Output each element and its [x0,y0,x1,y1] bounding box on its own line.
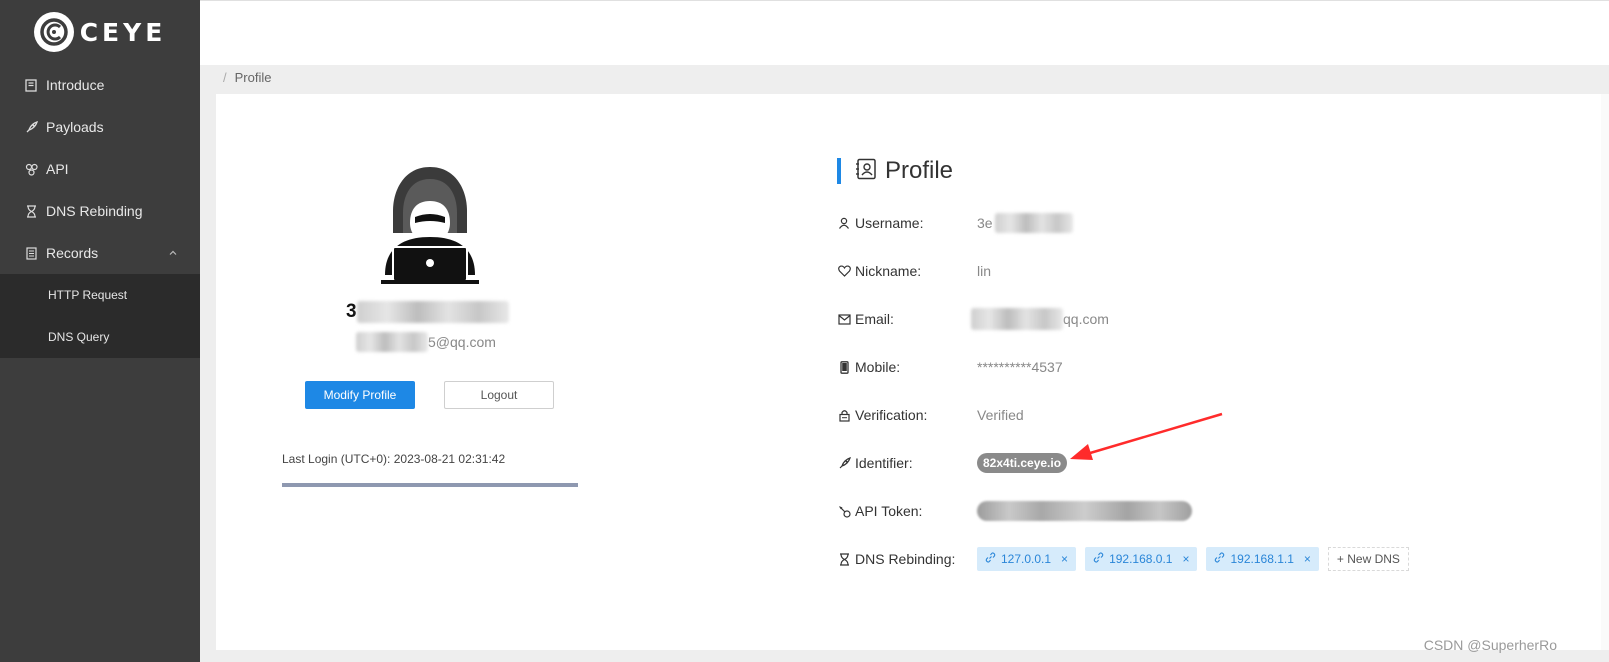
dns-tag-value: 192.168.1.1 [1230,552,1294,566]
sidebar-item-label: API [46,161,69,177]
sidebar-subitem-http-request[interactable]: HTTP Request [0,274,200,316]
top-header [200,0,1609,65]
csdn-watermark: CSDN @SuperherRo [1423,637,1557,653]
breadcrumb-current[interactable]: Profile [235,70,272,85]
last-login-text: Last Login (UTC+0): 2023-08-21 02:31:42 [282,452,506,466]
dns-rebinding-label: DNS Rebinding: [855,551,956,567]
sidebar-item-payloads[interactable]: Payloads [0,106,200,148]
verification-label: Verification: [855,407,928,423]
identifier-label: Identifier: [855,455,913,471]
new-dns-button[interactable]: + New DNS [1327,547,1409,571]
key-icon [837,504,851,518]
sidebar-item-api[interactable]: API [0,148,200,190]
close-icon[interactable]: × [1182,552,1189,566]
redacted-email-row [971,308,1063,330]
link-icon [1214,552,1230,566]
hourglass-icon [837,552,851,566]
redacted-username [994,213,1073,233]
sidebar-item-records[interactable]: Records [0,232,200,274]
email-label: Email: [855,311,894,327]
ceye-logo[interactable]: CEYE [0,0,200,64]
book-icon [24,78,38,92]
row-api-token: API Token: [837,500,1192,522]
logout-button[interactable]: Logout [444,381,554,409]
sidebar-item-label: Records [46,245,99,261]
sidebar-subitem-dns-query[interactable]: DNS Query [0,316,200,358]
breadcrumb-separator: / [223,70,227,85]
close-icon[interactable]: × [1061,552,1068,566]
records-submenu: HTTP Request DNS Query [0,274,200,358]
mobile-label: Mobile: [855,359,901,375]
profile-name: 3 [346,301,509,323]
row-email: Email: qq.com [837,308,1109,330]
username-value: 3e [977,215,993,231]
api-token-label: API Token: [855,503,923,519]
mobile-phone-icon [837,360,851,374]
profile-section-title: Profile [837,157,953,185]
username-label: Username: [855,215,924,231]
logo-text: CEYE [79,17,167,47]
ceye-logo-icon [33,12,74,52]
login-progress-fill [282,483,578,487]
redacted-name [356,301,509,323]
row-nickname: Nickname: lin [837,260,991,282]
annotation-arrow [1070,412,1223,460]
breadcrumb: / Profile [223,70,271,85]
sidebar-item-label: Introduce [46,77,105,93]
mail-icon [837,312,851,326]
sidebar-item-introduce[interactable]: Introduce [0,64,200,106]
dns-tag[interactable]: 192.168.0.1 × [1085,547,1198,571]
dns-tag[interactable]: 192.168.1.1 × [1206,547,1319,571]
chevron-up-icon [168,248,178,258]
profile-title: Profile [885,157,954,184]
nickname-value: lin [977,263,992,279]
hourglass-icon [24,204,38,218]
modify-profile-button[interactable]: Modify Profile [305,381,415,409]
heart-icon [837,264,851,278]
redacted-api-token[interactable] [977,501,1192,521]
sidebar-item-dns-rebinding[interactable]: DNS Rebinding [0,190,200,232]
sidebar-item-label: Payloads [46,119,104,135]
lock-icon [837,408,851,422]
redacted-email [356,332,428,352]
verification-value: Verified [977,407,1024,423]
close-icon[interactable]: × [1304,552,1311,566]
mobile-value: **********4537 [977,359,1063,375]
link-icon [985,552,1001,566]
identifier-value[interactable]: 82x4ti.ceye.io [977,453,1068,473]
link-icon [1093,552,1109,566]
sidebar: CEYE Introduce Payloads API DNS Rebindin… [0,0,200,662]
profile-email: 5@qq.com [356,332,496,352]
list-icon [24,246,38,260]
scrollbar-track[interactable] [1601,94,1609,650]
row-verification: Verification: Verified [837,404,1024,426]
row-identifier: Identifier: 82x4ti.ceye.io [837,452,1068,474]
email-value: qq.com [1063,311,1109,327]
row-username: Username: 3e [837,212,1073,234]
nickname-label: Nickname: [855,263,922,279]
hacker-avatar [377,165,483,287]
user-icon [837,216,851,230]
dns-tag[interactable]: 127.0.0.1 × [977,547,1077,571]
dns-tag-value: 192.168.0.1 [1109,552,1173,566]
profile-name-text: 3 [346,301,357,322]
row-dns-rebinding: DNS Rebinding: 127.0.0.1 × 192.168.0.1 ×… [837,547,1409,571]
title-accent-bar [837,158,841,184]
dns-tag-value: 127.0.0.1 [1001,552,1052,566]
rocket-icon [837,456,851,470]
rocket-icon [24,120,38,134]
row-mobile: Mobile: **********4537 [837,356,1063,378]
sidebar-item-label: DNS Rebinding [46,203,143,219]
contact-card-icon [855,158,877,185]
api-icon [24,162,38,176]
login-progress-bar [282,483,578,487]
profile-email-text: 5@qq.com [428,334,496,350]
